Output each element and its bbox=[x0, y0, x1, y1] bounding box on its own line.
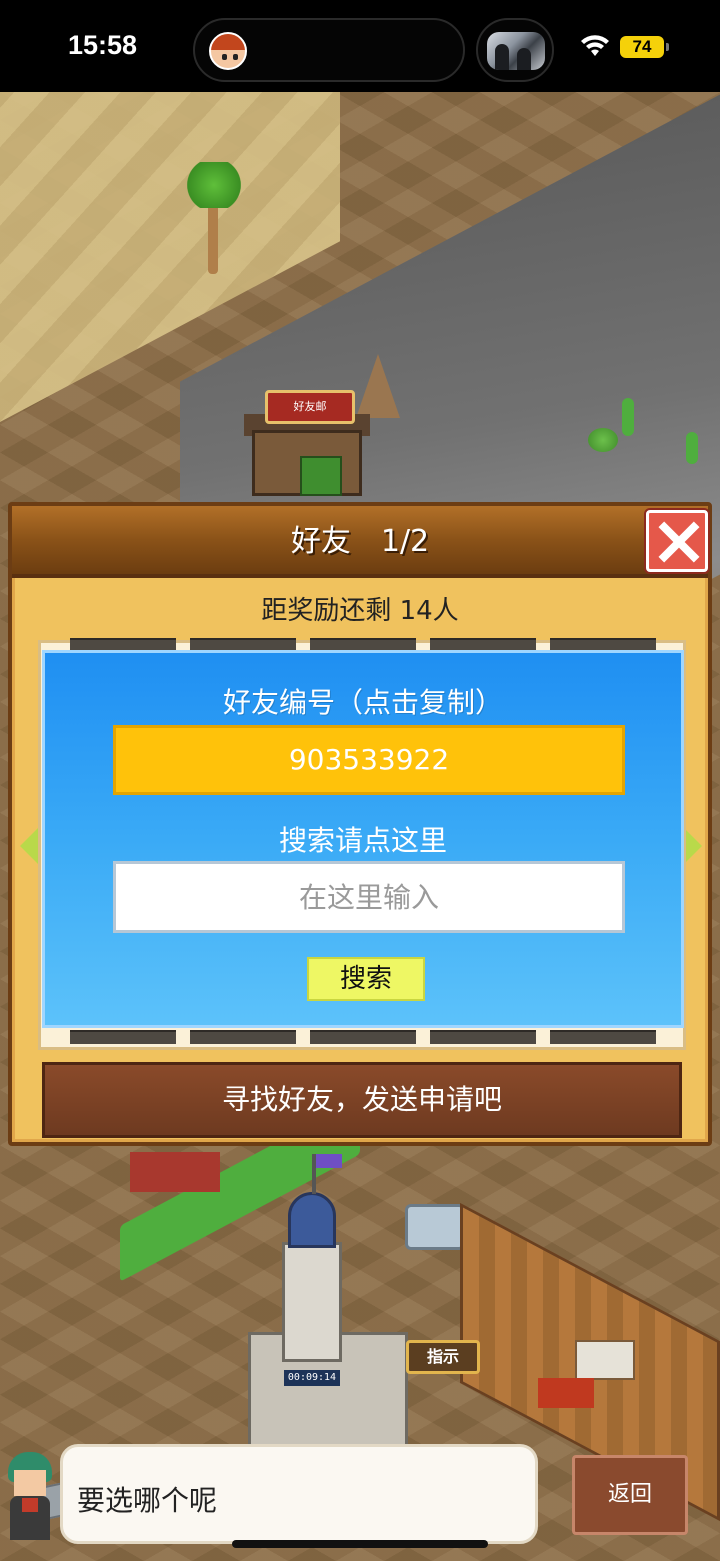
speech-bubble: 要选哪个呢 bbox=[60, 1444, 538, 1544]
search-button[interactable]: 搜索 bbox=[307, 957, 425, 1001]
cactus-icon bbox=[686, 432, 698, 464]
friend-id-copy-field[interactable]: 903533922 bbox=[113, 725, 625, 795]
palm-tree-icon bbox=[184, 162, 244, 208]
status-bar: 15:58 74 bbox=[0, 0, 720, 92]
npc-avatar bbox=[2, 1446, 58, 1546]
cactus-icon bbox=[622, 398, 634, 436]
friend-dialog: 好友 1/2 距奖励还剩 14人 好友编号（点击复制） 903533922 搜索… bbox=[8, 502, 712, 1146]
bed bbox=[575, 1340, 635, 1380]
battery-nub bbox=[666, 43, 669, 51]
slot-bar bbox=[190, 1030, 296, 1044]
hint-sign-button[interactable]: 指示 bbox=[406, 1340, 480, 1374]
wifi-icon bbox=[581, 35, 609, 56]
reward-remaining-text: 距奖励还剩 14人 bbox=[261, 596, 459, 626]
rock-spire bbox=[356, 354, 400, 418]
flag-icon bbox=[312, 1154, 342, 1194]
dynamic-island[interactable] bbox=[193, 18, 465, 82]
slot-bar bbox=[310, 1030, 416, 1044]
battery-indicator: 74 bbox=[620, 36, 664, 58]
arrow-left-icon[interactable] bbox=[20, 828, 38, 864]
clock-tower-dome bbox=[288, 1192, 336, 1248]
arrow-right-icon[interactable] bbox=[684, 828, 702, 864]
red-roof-building[interactable] bbox=[130, 1152, 220, 1192]
status-time: 15:58 bbox=[68, 30, 138, 60]
speech-text: 要选哪个呢 bbox=[77, 1484, 218, 1517]
dialog-title: 好友 1/2 bbox=[290, 524, 430, 559]
live-activity-thumbnail[interactable] bbox=[476, 18, 554, 82]
video-thumbnail bbox=[487, 32, 545, 70]
build-timer: 00:09:14 bbox=[284, 1370, 340, 1386]
friend-id-label[interactable]: 好友编号（点击复制） bbox=[45, 681, 681, 721]
fountain[interactable] bbox=[405, 1204, 465, 1250]
close-icon[interactable] bbox=[646, 510, 708, 572]
palm-tree-trunk bbox=[208, 200, 218, 274]
send-request-banner[interactable]: 寻找好友，发送申请吧 bbox=[42, 1062, 682, 1138]
shrub-icon bbox=[588, 428, 618, 452]
slot-bar bbox=[70, 1030, 176, 1044]
mailbox-sign[interactable]: 好友邮 bbox=[265, 390, 355, 424]
mailbox-door bbox=[300, 456, 342, 496]
friend-id-panel: 好友编号（点击复制） 903533922 搜索请点这里 搜索 bbox=[42, 650, 684, 1028]
slot-bar bbox=[550, 1030, 656, 1044]
red-rug bbox=[538, 1378, 594, 1408]
live-activity-avatar bbox=[209, 32, 247, 70]
search-input[interactable] bbox=[113, 861, 625, 933]
clock-tower[interactable] bbox=[282, 1242, 342, 1362]
search-label: 搜索请点这里 bbox=[278, 824, 447, 857]
back-button[interactable]: 返回 bbox=[572, 1455, 688, 1535]
home-indicator[interactable] bbox=[232, 1540, 488, 1548]
slot-bar bbox=[430, 1030, 536, 1044]
